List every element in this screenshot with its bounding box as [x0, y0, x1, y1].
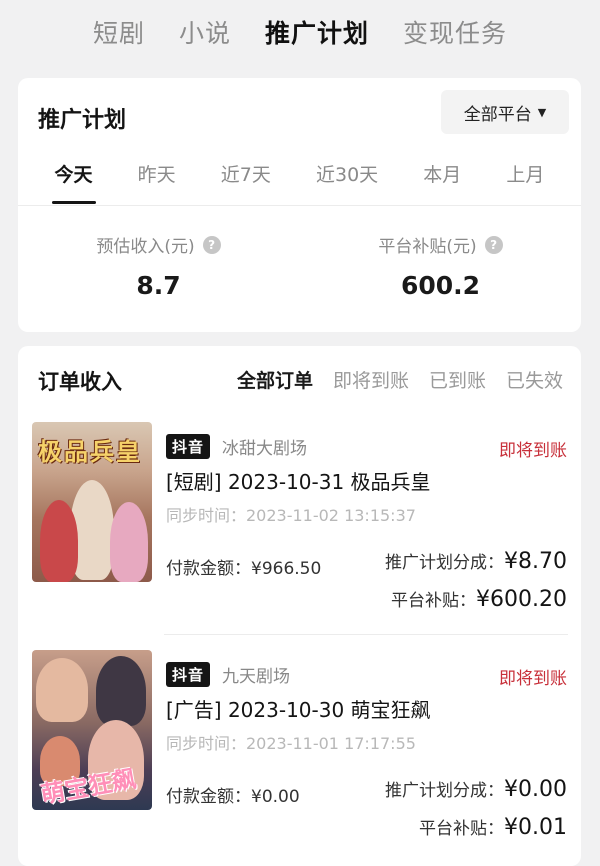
order-item[interactable]: 萌宝狂飙 抖音 九天剧场 即将到账 [广告] 2023-10-30 萌宝狂飙 同…: [18, 646, 581, 862]
filter-arriving[interactable]: 即将到账: [333, 366, 409, 393]
tab-promotion-plan[interactable]: 推广计划: [265, 14, 369, 50]
range-tab-yesterday[interactable]: 昨天: [138, 162, 176, 202]
commission-value: ¥0.00: [504, 777, 567, 802]
estimated-income-label: 预估收入(元): [96, 237, 195, 257]
theater-name: 冰甜大剧场: [222, 439, 308, 459]
sync-time: 同步时间：2023-11-02 13:15:37: [166, 506, 416, 525]
order-title: [广告] 2023-10-30 萌宝狂飙: [166, 698, 431, 722]
caret-down-icon: ▼: [537, 105, 547, 119]
platform-subsidy-label: 平台补贴(元): [378, 237, 477, 257]
theater-name: 九天剧场: [222, 667, 291, 687]
tab-monetize-task[interactable]: 变现任务: [403, 14, 507, 50]
filter-all-orders[interactable]: 全部订单: [237, 366, 313, 393]
platform-selector-label: 全部平台: [463, 104, 532, 125]
subsidy-value: ¥0.01: [504, 815, 567, 840]
poster-title: 极品兵皇: [38, 437, 142, 466]
tab-short-drama[interactable]: 短剧: [93, 14, 145, 50]
promotion-summary-card: 推广计划 全部平台 ▼ 今天 昨天 近7天 近30天 本月 上月 预估收入(元)…: [18, 78, 581, 332]
estimated-income-value: 8.7: [136, 271, 181, 300]
range-tab-7days[interactable]: 近7天: [221, 162, 271, 202]
platform-subsidy-stat: 平台补贴(元) ? 600.2: [300, 232, 581, 300]
filter-arrived[interactable]: 已到账: [429, 366, 486, 393]
help-icon[interactable]: ?: [484, 235, 503, 254]
top-tab-bar: 短剧 小说 推广计划 变现任务: [0, 0, 600, 64]
orders-title: 订单收入: [38, 370, 122, 394]
estimated-income-stat: 预估收入(元) ? 8.7: [18, 232, 299, 300]
range-tab-30days[interactable]: 近30天: [316, 162, 378, 202]
order-item[interactable]: 极品兵皇 抖音 冰甜大剧场 即将到账 [短剧] 2023-10-31 极品兵皇 …: [18, 418, 581, 634]
range-tab-today[interactable]: 今天: [55, 162, 93, 202]
drama-poster-image: 极品兵皇: [32, 422, 152, 582]
pay-amount: 付款金额：¥0.00: [166, 787, 300, 807]
pay-amount-value: ¥0.00: [251, 787, 300, 807]
range-tab-this-month[interactable]: 本月: [423, 162, 461, 202]
date-range-tabs: 今天 昨天 近7天 近30天 本月 上月: [18, 162, 581, 202]
platform-selector[interactable]: 全部平台 ▼: [441, 90, 569, 134]
order-title: [短剧] 2023-10-31 极品兵皇: [166, 470, 431, 494]
commission-value: ¥8.70: [504, 549, 567, 574]
range-divider: [18, 205, 581, 206]
order-filter-tabs: 全部订单 即将到账 已到账 已失效: [237, 366, 563, 393]
range-tab-last-month[interactable]: 上月: [506, 162, 544, 202]
platform-badge: 抖音: [166, 434, 211, 459]
platform-subsidy-value: 600.2: [400, 271, 481, 300]
status-badge: 即将到账: [499, 441, 567, 461]
status-badge: 即将到账: [499, 669, 567, 689]
subsidy: 平台补贴：¥0.01: [419, 815, 567, 840]
commission: 推广计划分成：¥8.70: [385, 549, 567, 574]
pay-amount-value: ¥966.50: [251, 559, 322, 579]
help-icon[interactable]: ?: [202, 235, 221, 254]
subsidy: 平台补贴：¥600.20: [391, 587, 567, 612]
platform-badge: 抖音: [166, 662, 211, 687]
filter-expired[interactable]: 已失效: [506, 366, 563, 393]
sync-time: 同步时间：2023-11-01 17:17:55: [166, 734, 416, 753]
order-income-card: 订单收入 全部订单 即将到账 已到账 已失效 极品兵皇 抖音 冰甜大剧场 即将到…: [18, 346, 581, 866]
item-divider: [164, 634, 568, 635]
commission: 推广计划分成：¥0.00: [385, 777, 567, 802]
promotion-title: 推广计划: [38, 108, 127, 133]
subsidy-value: ¥600.20: [476, 587, 567, 612]
pay-amount: 付款金额：¥966.50: [166, 559, 322, 579]
drama-poster-image: 萌宝狂飙: [32, 650, 152, 810]
tab-novel[interactable]: 小说: [179, 14, 231, 50]
